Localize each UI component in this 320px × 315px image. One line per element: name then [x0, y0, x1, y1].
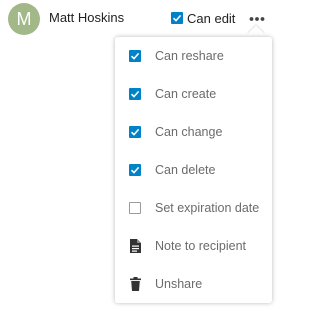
trash-icon-wrap: [129, 277, 141, 291]
menu-item-label: Can create: [155, 87, 217, 101]
can-reshare-checkbox-wrap: [129, 50, 141, 62]
checkmark-icon: [130, 90, 140, 98]
note-icon-wrap: [129, 239, 141, 253]
share-entry-row: M Matt Hoskins Can edit: [0, 0, 284, 38]
share-user-name: Matt Hoskins: [49, 10, 125, 25]
can-delete-checkbox-wrap: [129, 164, 141, 176]
can-edit-checkbox[interactable]: [171, 12, 183, 24]
can-delete-checkbox[interactable]: [129, 164, 141, 176]
menu-item-can-reshare[interactable]: Can reshare: [115, 39, 272, 73]
menu-item-unshare[interactable]: Unshare: [115, 267, 272, 301]
menu-item-can-create[interactable]: Can create: [115, 77, 272, 111]
can-create-checkbox-wrap: [129, 88, 141, 100]
can-change-checkbox-wrap: [129, 126, 141, 138]
share-entry-root: M Matt Hoskins Can edit Can reshare Can …: [0, 0, 284, 315]
menu-item-label: Can reshare: [155, 49, 224, 63]
checkmark-icon: [130, 128, 140, 136]
share-options-menu: Can reshare Can create Can change Can de…: [115, 37, 272, 303]
set-expiration-date-checkbox[interactable]: [129, 202, 141, 214]
menu-item-can-change[interactable]: Can change: [115, 115, 272, 149]
menu-item-label: Unshare: [155, 277, 203, 291]
menu-item-label: Set expiration date: [155, 201, 260, 215]
menu-item-label: Note to recipient: [155, 239, 247, 253]
note-icon: [129, 239, 141, 253]
menu-item-set-expiration-date[interactable]: Set expiration date: [115, 191, 272, 225]
trash-icon: [129, 277, 141, 291]
checkmark-icon: [172, 14, 182, 22]
checkmark-icon: [130, 166, 140, 174]
checkmark-icon: [130, 52, 140, 60]
menu-item-can-delete[interactable]: Can delete: [115, 153, 272, 187]
more-horizontal-icon: [249, 17, 265, 21]
menu-item-label: Can delete: [155, 163, 216, 177]
can-reshare-checkbox[interactable]: [129, 50, 141, 62]
can-change-checkbox[interactable]: [129, 126, 141, 138]
expiration-checkbox-wrap: [129, 202, 141, 214]
share-options-menu-body: Can reshare Can create Can change Can de…: [115, 37, 272, 303]
menu-item-label: Can change: [155, 125, 223, 139]
can-edit-label: Can edit: [187, 10, 236, 26]
can-edit-toggle[interactable]: Can edit: [171, 8, 235, 28]
avatar: M: [8, 3, 40, 35]
can-create-checkbox[interactable]: [129, 88, 141, 100]
menu-item-note-to-recipient[interactable]: Note to recipient: [115, 229, 272, 263]
